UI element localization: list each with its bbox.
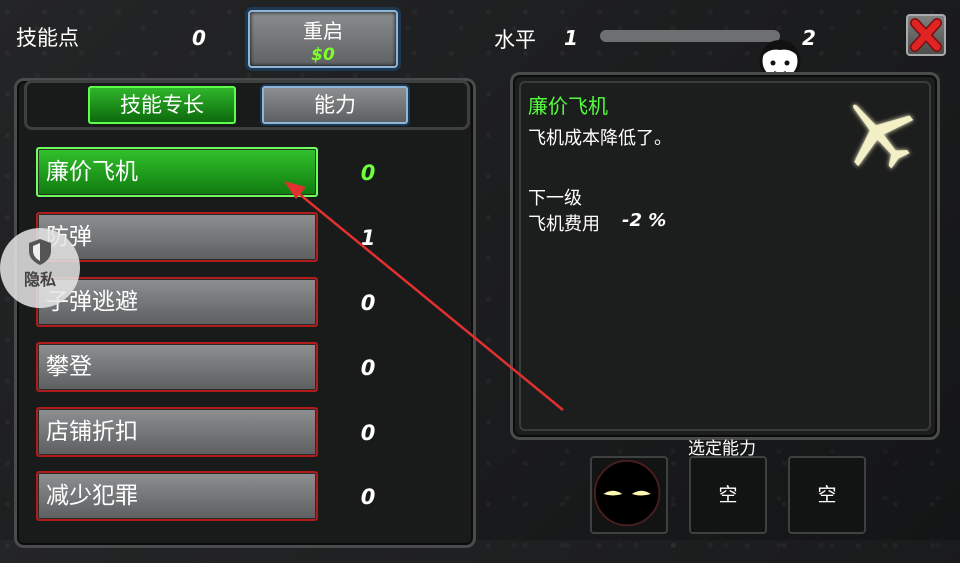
- detail-stat-label: 飞机费用: [528, 214, 600, 235]
- restart-cost: $0: [311, 45, 335, 65]
- skill-button-cheap-plane[interactable]: 廉价飞机: [36, 147, 318, 197]
- level-label: 水平: [494, 28, 536, 52]
- close-button[interactable]: [906, 14, 946, 56]
- privacy-badge[interactable]: 隐私: [0, 228, 80, 308]
- tab-skills[interactable]: 技能专长: [88, 86, 236, 124]
- level-current: 1: [564, 26, 578, 50]
- detail-next-level-label: 下一级: [528, 188, 582, 209]
- tab-abilities[interactable]: 能力: [262, 86, 408, 124]
- close-icon: [910, 18, 942, 52]
- detail-title: 廉价飞机: [528, 94, 608, 118]
- ability-slot-1[interactable]: [590, 456, 668, 534]
- skill-level: 0: [360, 485, 376, 509]
- skill-points-label: 技能点: [16, 26, 79, 50]
- skill-button-climbing[interactable]: 攀登: [36, 342, 318, 392]
- skill-level: 0: [360, 421, 376, 445]
- detail-description: 飞机成本降低了。: [528, 128, 672, 149]
- skill-button-bulletproof[interactable]: 防弹: [36, 212, 318, 262]
- skill-level: 0: [360, 356, 376, 380]
- restart-label: 重启: [303, 19, 343, 43]
- skill-level: 1: [360, 226, 376, 250]
- skill-level: 0: [360, 291, 376, 315]
- detail-stat-value: -2 %: [622, 210, 667, 231]
- airplane-icon: [836, 92, 920, 176]
- skill-level: 0: [360, 161, 376, 185]
- skill-button-reduce-crime[interactable]: 减少犯罪: [36, 471, 318, 521]
- ability-slot-3[interactable]: 空: [788, 456, 866, 534]
- restart-button[interactable]: 重启 $0: [248, 10, 398, 68]
- glowing-eyes-icon: [593, 459, 661, 527]
- privacy-label: 隐私: [23, 270, 56, 289]
- ability-slot-2[interactable]: 空: [689, 456, 767, 534]
- shield-icon: [29, 239, 51, 265]
- skill-points-value: 0: [192, 26, 206, 50]
- skill-button-shop-discount[interactable]: 店铺折扣: [36, 407, 318, 457]
